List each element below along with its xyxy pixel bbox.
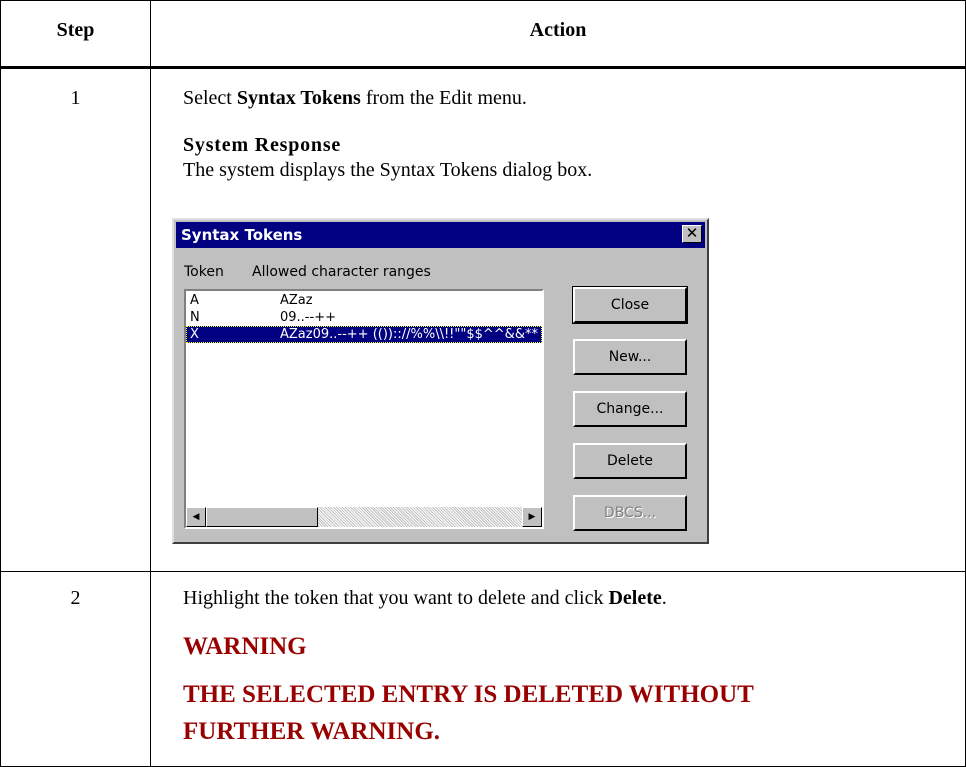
scroll-right-icon[interactable]: ▶ bbox=[522, 507, 542, 527]
ranges-cell: AZaz09..--++ (()):://%%\\!!""$$^^&&** bbox=[280, 327, 538, 342]
close-icon[interactable]: ✕ bbox=[682, 225, 702, 243]
step-number: 1 bbox=[70, 87, 81, 109]
step-instruction: Highlight the token that you want to del… bbox=[183, 587, 667, 610]
column-divider bbox=[150, 1, 151, 766]
header-action: Action bbox=[529, 19, 587, 41]
instruction-text: Highlight the token that you want to del… bbox=[183, 587, 609, 609]
instruction-text: from the Edit menu. bbox=[360, 87, 527, 109]
scroll-thumb[interactable] bbox=[206, 507, 318, 527]
token-column-label: Token bbox=[184, 264, 224, 280]
header-step: Step bbox=[56, 19, 95, 41]
system-response-heading: System Response bbox=[183, 134, 342, 156]
system-response-text: The system displays the Syntax Tokens di… bbox=[183, 159, 593, 181]
step-instruction: Select Syntax Tokens from the Edit menu. bbox=[183, 87, 527, 110]
horizontal-scrollbar[interactable]: ◀ ▶ bbox=[186, 507, 542, 527]
token-listbox[interactable]: A AZaz N 09..--++ X AZaz09..--++ (())::/… bbox=[184, 289, 544, 529]
token-cell: A bbox=[190, 293, 199, 308]
dbcs-button: DBCS... bbox=[573, 495, 687, 531]
new-button[interactable]: New... bbox=[573, 339, 687, 375]
instruction-bold: Syntax Tokens bbox=[236, 87, 361, 109]
scroll-left-icon[interactable]: ◀ bbox=[186, 507, 206, 527]
token-cell: N bbox=[190, 310, 200, 325]
dialog-title: Syntax Tokens bbox=[181, 226, 303, 244]
warning-text-line2: FURTHER WARNING. bbox=[183, 718, 441, 745]
ranges-cell: AZaz bbox=[280, 293, 313, 308]
instruction-bold: Delete bbox=[608, 587, 662, 609]
warning-text-line1: THE SELECTED ENTRY IS DELETED WITHOUT bbox=[183, 681, 754, 708]
list-item-selected[interactable]: X AZaz09..--++ (()):://%%\\!!""$$^^&&** bbox=[186, 326, 542, 343]
step-number: 2 bbox=[70, 587, 81, 609]
token-cell: X bbox=[190, 327, 199, 342]
row-divider bbox=[1, 571, 965, 572]
syntax-tokens-dialog: Syntax Tokens ✕ Token Allowed character … bbox=[172, 218, 709, 544]
change-button[interactable]: Change... bbox=[573, 391, 687, 427]
header-divider bbox=[1, 66, 965, 69]
ranges-column-label: Allowed character ranges bbox=[252, 264, 431, 280]
list-item[interactable]: N 09..--++ bbox=[186, 309, 542, 326]
instruction-text: . bbox=[661, 587, 667, 609]
warning-heading: WARNING bbox=[183, 633, 307, 660]
ranges-cell: 09..--++ bbox=[280, 310, 336, 325]
close-button[interactable]: Close bbox=[572, 286, 688, 324]
dialog-titlebar: Syntax Tokens ✕ bbox=[176, 222, 705, 248]
instruction-text: Select bbox=[183, 87, 237, 109]
delete-button[interactable]: Delete bbox=[573, 443, 687, 479]
list-item[interactable]: A AZaz bbox=[186, 292, 542, 309]
